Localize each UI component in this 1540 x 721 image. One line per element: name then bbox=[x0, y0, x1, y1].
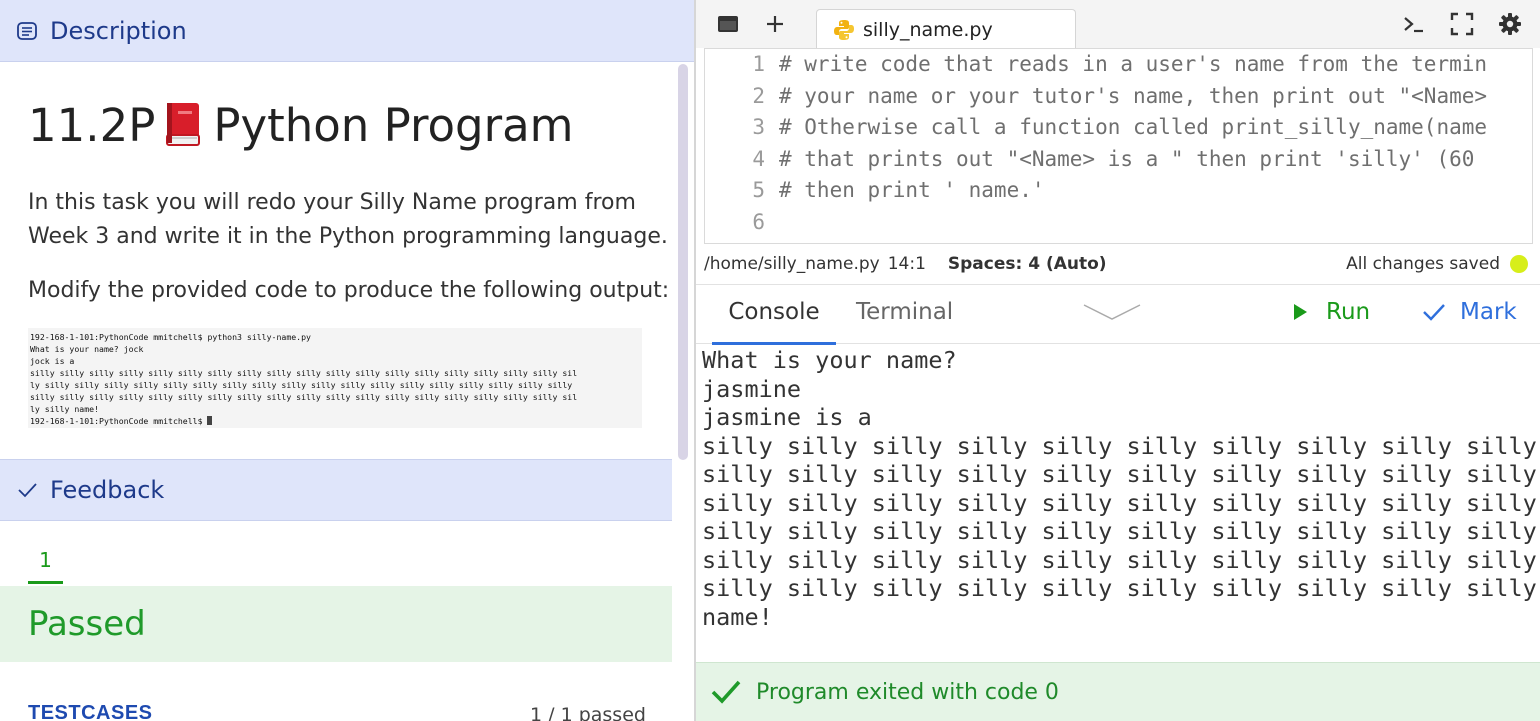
console-toolbar: Console Terminal Run Mark bbox=[696, 284, 1540, 345]
code-text: # write code that reads in a user's name… bbox=[779, 52, 1488, 76]
feedback-title: Feedback bbox=[50, 476, 165, 504]
code-text: # then print ' name.' bbox=[779, 178, 1045, 202]
task-title: 11.2P Python Program bbox=[28, 98, 574, 154]
description-icon bbox=[16, 20, 38, 42]
file-browser-button[interactable] bbox=[714, 10, 742, 38]
exit-message: Program exited with code 0 bbox=[756, 679, 1059, 705]
task-name: Python Program bbox=[213, 99, 574, 152]
save-status: All changes saved bbox=[1346, 254, 1500, 274]
code-editor[interactable]: 1 # write code that reads in a user's nam… bbox=[704, 48, 1533, 244]
python-icon bbox=[833, 19, 855, 41]
chevron-down-icon bbox=[1083, 304, 1141, 320]
task-instruction-text: Modify the provided code to produce the … bbox=[28, 278, 670, 303]
attempt-tab-1[interactable]: 1 bbox=[28, 548, 63, 584]
exit-status-bar: Program exited with code 0 bbox=[696, 662, 1540, 721]
code-line[interactable]: 5 # then print ' name.' bbox=[705, 175, 1532, 206]
left-scrollbar[interactable] bbox=[678, 64, 688, 460]
settings-button[interactable] bbox=[1496, 10, 1524, 38]
mark-button[interactable]: Mark bbox=[1422, 299, 1517, 325]
new-file-button[interactable] bbox=[761, 10, 789, 38]
file-path: /home/silly_name.py bbox=[704, 254, 880, 274]
fullscreen-button[interactable] bbox=[1448, 10, 1476, 38]
code-line[interactable]: 4 # that prints out "<Name> is a " then p… bbox=[705, 144, 1532, 175]
run-label: Run bbox=[1326, 299, 1371, 325]
play-icon bbox=[1294, 304, 1307, 320]
code-text: # Otherwise call a function called print… bbox=[779, 115, 1488, 139]
code-line[interactable]: 1 # write code that reads in a user's nam… bbox=[705, 49, 1532, 80]
result-status: Passed bbox=[28, 604, 146, 644]
console-output[interactable]: What is your name? jasmine jasmine is a … bbox=[702, 346, 1536, 658]
file-tab-silly-name[interactable]: silly_name.py bbox=[816, 9, 1076, 49]
fullscreen-icon bbox=[1450, 12, 1474, 36]
check-icon bbox=[16, 479, 38, 501]
mark-label: Mark bbox=[1460, 299, 1517, 325]
task-code: 11.2P bbox=[28, 99, 156, 152]
save-status-dot bbox=[1510, 255, 1528, 273]
code-text: # your name or your tutor's name, then p… bbox=[779, 84, 1500, 108]
code-line[interactable]: 2 # your name or your tutor's name, then … bbox=[705, 81, 1532, 112]
testcases-count: 1 / 1 passed bbox=[530, 704, 646, 721]
sample-output-image: 192-168-1-101:PythonCode mmitchell$ pyth… bbox=[28, 328, 642, 428]
collapse-panel-button[interactable] bbox=[1082, 301, 1142, 323]
description-header[interactable]: Description bbox=[0, 0, 694, 62]
task-description-text: In this task you will redo your Silly Na… bbox=[28, 190, 668, 249]
editor-tab-bar: silly_name.py bbox=[696, 0, 1540, 49]
line-number: 1 bbox=[752, 52, 765, 76]
feedback-header[interactable]: Feedback bbox=[0, 459, 672, 521]
task-panel: Description 11.2P Python Program In this… bbox=[0, 0, 694, 721]
folder-icon bbox=[718, 16, 738, 32]
code-text: # that prints out "<Name> is a " then pr… bbox=[779, 147, 1488, 171]
checkmark-icon bbox=[1423, 304, 1445, 321]
line-number: 2 bbox=[752, 84, 765, 108]
plus-icon bbox=[767, 16, 783, 32]
cursor-position: 14:1 bbox=[887, 254, 926, 274]
code-line[interactable]: 3 # Otherwise call a function called prin… bbox=[705, 112, 1532, 143]
tab-terminal[interactable]: Terminal bbox=[856, 299, 953, 325]
line-number: 5 bbox=[752, 178, 765, 202]
testcases-heading[interactable]: TESTCASES bbox=[28, 702, 153, 721]
red-book-icon bbox=[163, 101, 203, 147]
tab-console[interactable]: Console bbox=[712, 299, 836, 345]
code-line[interactable]: 6 bbox=[705, 207, 1532, 238]
file-tab-label: silly_name.py bbox=[863, 18, 993, 41]
result-banner: Passed bbox=[0, 586, 672, 662]
ide-panel: silly_name.py 1 # write code that reads … bbox=[696, 0, 1540, 721]
terminal-prompt-icon bbox=[1404, 17, 1423, 33]
description-title: Description bbox=[50, 16, 187, 45]
sample-output-text: 192-168-1-101:PythonCode mmitchell$ pyth… bbox=[30, 332, 578, 426]
indentation-setting[interactable]: Spaces: 4 (Auto) bbox=[948, 254, 1107, 274]
gear-icon bbox=[1499, 13, 1521, 35]
terminal-toggle-button[interactable] bbox=[1400, 10, 1428, 38]
line-number: 3 bbox=[752, 115, 765, 139]
run-button[interactable]: Run bbox=[1290, 299, 1370, 325]
terminal-cursor bbox=[207, 416, 213, 425]
success-check-icon bbox=[711, 680, 741, 704]
line-number: 6 bbox=[752, 210, 765, 234]
line-number: 4 bbox=[752, 147, 765, 171]
editor-status-bar: /home/silly_name.py 14:1 Spaces: 4 (Auto… bbox=[696, 246, 1540, 282]
